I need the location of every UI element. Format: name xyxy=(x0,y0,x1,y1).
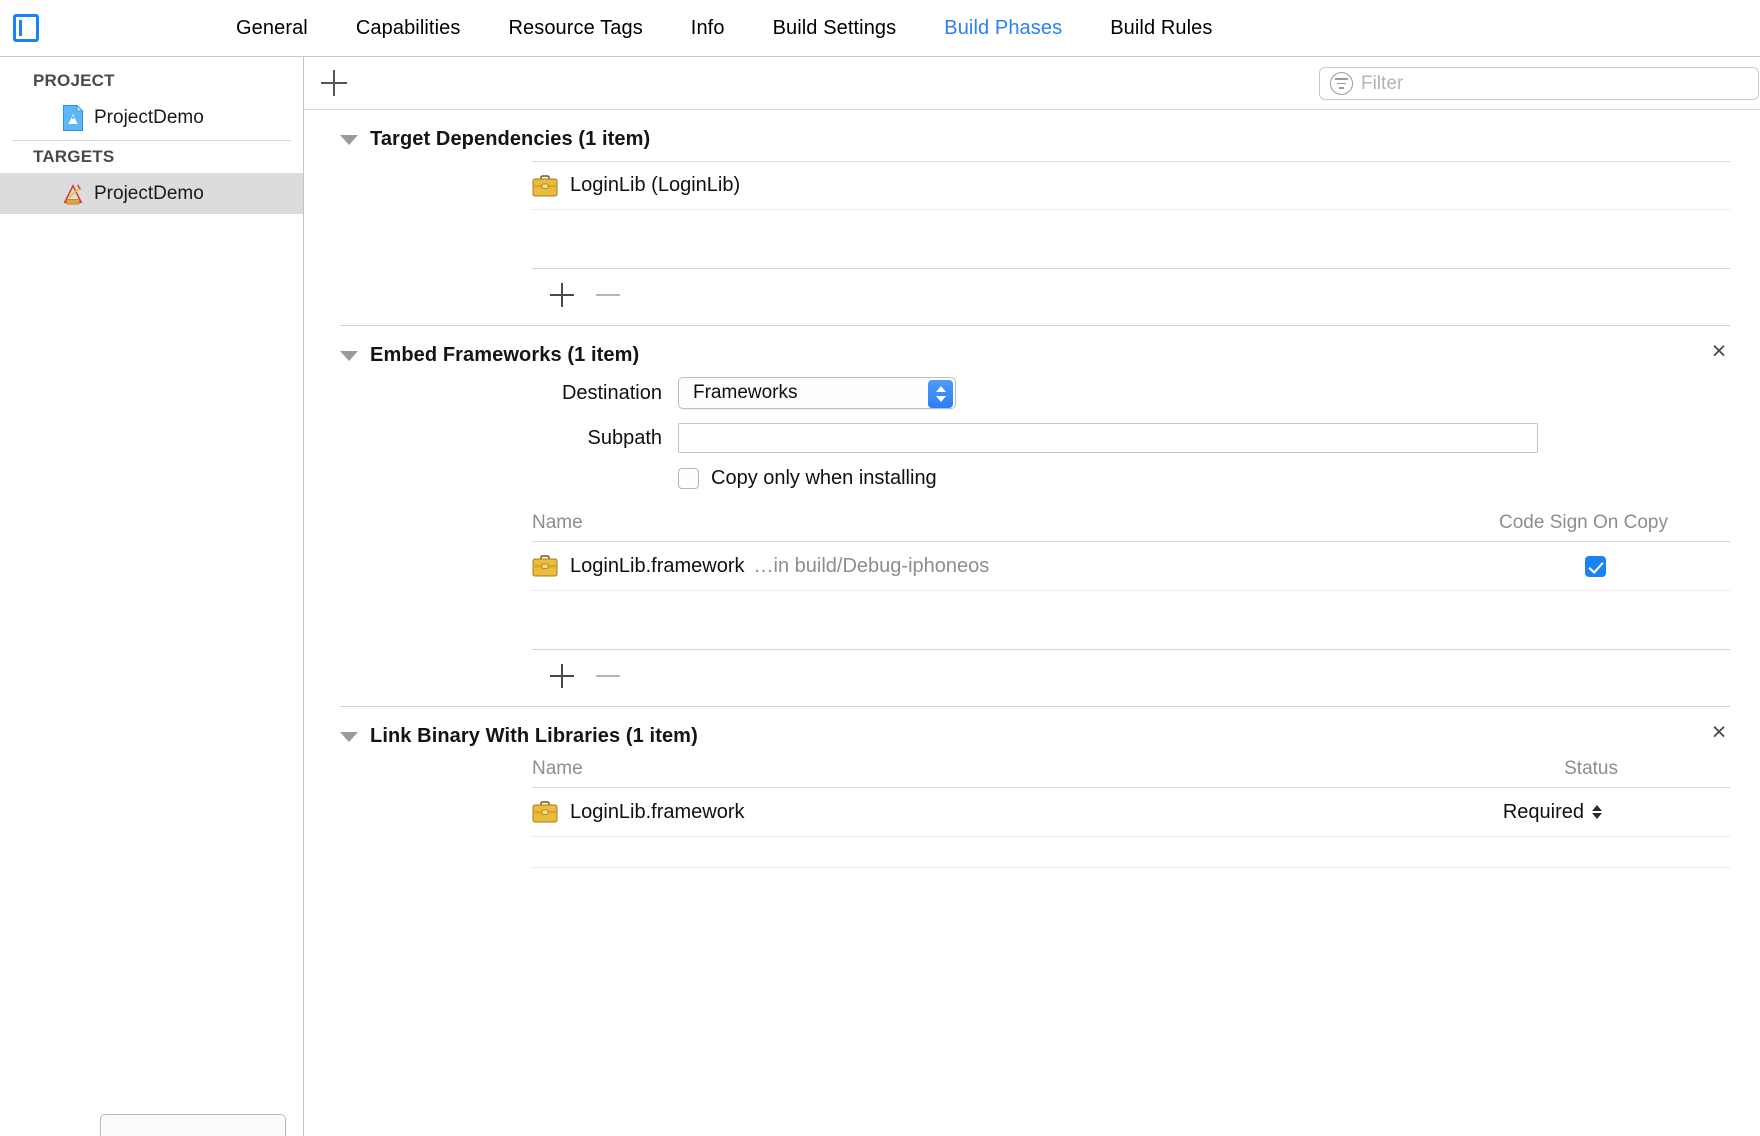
status-popup[interactable]: Required xyxy=(1503,801,1730,824)
editor-body: PROJECT ProjectDemo TARGETS xyxy=(0,57,1760,1136)
code-sign-on-copy-checkbox[interactable] xyxy=(1585,556,1606,577)
tab-list: General Capabilities Resource Tags Info … xyxy=(236,17,1212,40)
phase-header-link-binary[interactable]: Link Binary With Libraries (1 item) × xyxy=(304,707,1760,758)
project-file-icon xyxy=(62,105,84,131)
framework-briefcase-icon xyxy=(532,175,558,197)
chevron-updown-icon[interactable] xyxy=(1592,805,1602,819)
tab-build-rules[interactable]: Build Rules xyxy=(1110,17,1212,40)
filter-placeholder: Filter xyxy=(1361,73,1403,95)
target-app-icon xyxy=(62,181,84,207)
phase-header-target-dependencies[interactable]: Target Dependencies (1 item) xyxy=(304,110,1760,161)
table-row[interactable]: LoginLib.framework …in build/Debug-iphon… xyxy=(532,542,1730,590)
embed-table-header: Name Code Sign On Copy xyxy=(532,512,1730,541)
destination-value: Frameworks xyxy=(693,382,798,404)
tab-resource-tags[interactable]: Resource Tags xyxy=(508,17,642,40)
sidebar-footer-control[interactable] xyxy=(100,1114,286,1136)
subpath-label: Subpath xyxy=(532,427,662,450)
remove-framework-icon[interactable] xyxy=(596,675,620,677)
table-row[interactable]: LoginLib (LoginLib) xyxy=(532,162,1730,209)
close-phase-icon[interactable]: × xyxy=(1708,722,1730,744)
filter-field[interactable]: Filter xyxy=(1319,67,1759,100)
phase-embed-frameworks: Embed Frameworks (1 item) × Destination … xyxy=(304,326,1760,707)
subpath-input[interactable] xyxy=(678,423,1538,453)
dependency-name: LoginLib (LoginLib) xyxy=(570,174,740,197)
chevron-updown-icon[interactable] xyxy=(928,380,953,408)
phase-header-embed-frameworks[interactable]: Embed Frameworks (1 item) × xyxy=(304,326,1760,377)
phase-target-dependencies: Target Dependencies (1 item) LoginLib (L xyxy=(304,110,1760,326)
project-target-sidebar: PROJECT ProjectDemo TARGETS xyxy=(0,57,304,1136)
remove-dependency-icon[interactable] xyxy=(596,294,620,296)
copy-only-label: Copy only when installing xyxy=(711,467,937,490)
framework-briefcase-icon xyxy=(532,801,558,823)
phase-body-link-binary: Name Status xyxy=(304,758,1760,868)
phases-scroll-area: Target Dependencies (1 item) LoginLib (L xyxy=(304,109,1760,1136)
disclosure-triangle-icon[interactable] xyxy=(340,351,358,361)
sidebar-group-targets: TARGETS xyxy=(0,141,303,173)
add-phase-icon[interactable] xyxy=(321,70,347,96)
phase-link-binary-with-libraries: Link Binary With Libraries (1 item) × Na… xyxy=(304,707,1760,868)
sidebar-target-label: ProjectDemo xyxy=(94,183,204,205)
destination-popup-button[interactable]: Frameworks xyxy=(678,377,956,409)
copy-only-when-installing-row[interactable]: Copy only when installing xyxy=(678,467,1730,490)
disclosure-triangle-icon[interactable] xyxy=(340,732,358,742)
column-header-code-sign-on-copy: Code Sign On Copy xyxy=(1499,512,1730,534)
framework-name: LoginLib.framework xyxy=(570,555,745,578)
column-header-status: Status xyxy=(1564,758,1730,780)
table-empty-space xyxy=(532,591,1730,649)
framework-briefcase-icon xyxy=(532,555,558,577)
phase-title: Link Binary With Libraries (1 item) xyxy=(370,725,698,748)
framework-path: …in build/Debug-iphoneos xyxy=(754,555,990,578)
project-navigator-icon-bar xyxy=(19,20,22,36)
build-phases-pane: Filter Target Dependencies (1 item) xyxy=(304,57,1760,1136)
add-framework-icon[interactable] xyxy=(550,664,574,688)
phases-toolbar: Filter xyxy=(304,57,1760,109)
column-header-name: Name xyxy=(532,512,583,534)
copy-only-checkbox[interactable] xyxy=(678,468,699,489)
destination-label: Destination xyxy=(532,382,662,405)
table-rule xyxy=(532,867,1730,868)
editor-tab-bar: General Capabilities Resource Tags Info … xyxy=(0,0,1760,57)
sidebar-project-label: ProjectDemo xyxy=(94,107,204,129)
close-phase-icon[interactable]: × xyxy=(1708,341,1730,363)
library-name: LoginLib.framework xyxy=(570,801,745,824)
status-value: Required xyxy=(1503,801,1584,824)
tab-info[interactable]: Info xyxy=(691,17,725,40)
subpath-row: Subpath xyxy=(532,423,1730,453)
tab-general[interactable]: General xyxy=(236,17,308,40)
phase-body-target-dependencies: LoginLib (LoginLib) xyxy=(304,161,1760,317)
tab-capabilities[interactable]: Capabilities xyxy=(356,17,461,40)
column-header-name: Name xyxy=(532,758,583,780)
table-row[interactable]: LoginLib.framework Required xyxy=(532,788,1730,836)
xcode-build-phases-window: General Capabilities Resource Tags Info … xyxy=(0,0,1760,1136)
table-empty-space xyxy=(532,837,1730,867)
tab-build-settings[interactable]: Build Settings xyxy=(773,17,897,40)
project-navigator-icon[interactable] xyxy=(13,14,39,42)
destination-row: Destination Frameworks xyxy=(532,377,1730,409)
sidebar-group-project: PROJECT xyxy=(0,65,303,97)
phase-title: Target Dependencies (1 item) xyxy=(370,128,650,151)
add-remove-controls xyxy=(532,269,1730,317)
library-cell: LoginLib.framework xyxy=(532,801,745,824)
tab-build-phases[interactable]: Build Phases xyxy=(944,17,1062,40)
disclosure-triangle-icon[interactable] xyxy=(340,135,358,145)
filter-icon xyxy=(1330,72,1353,95)
add-remove-controls xyxy=(532,650,1730,698)
sidebar-item-target-projectdemo[interactable]: ProjectDemo xyxy=(0,173,303,214)
link-table-header: Name Status xyxy=(532,758,1730,787)
phase-body-embed-frameworks: Destination Frameworks Subpath xyxy=(304,377,1760,698)
framework-cell: LoginLib.framework …in build/Debug-iphon… xyxy=(532,555,989,578)
code-sign-cell xyxy=(1585,556,1730,577)
table-empty-space xyxy=(532,210,1730,268)
add-dependency-icon[interactable] xyxy=(550,283,574,307)
sidebar-item-project-projectdemo[interactable]: ProjectDemo xyxy=(0,97,303,138)
phase-title: Embed Frameworks (1 item) xyxy=(370,344,639,367)
